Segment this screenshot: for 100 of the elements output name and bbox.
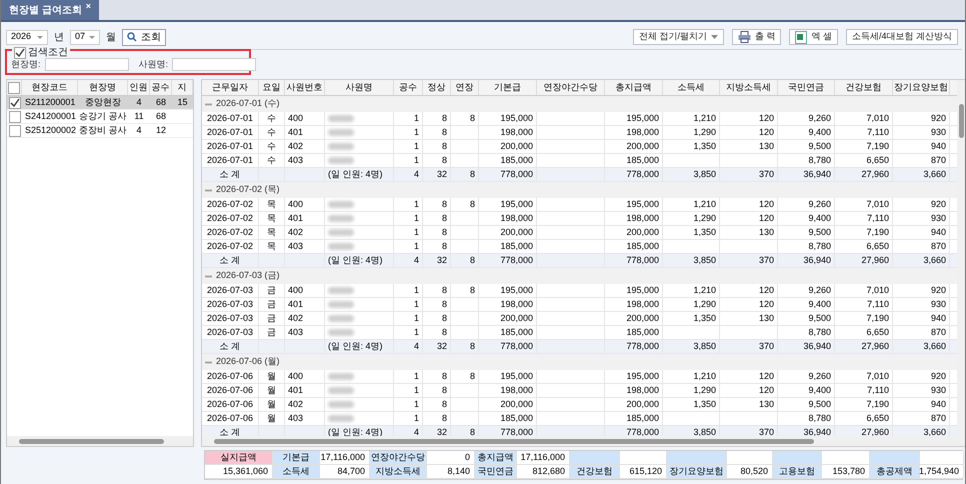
tab-close-button[interactable]: × (86, 0, 92, 14)
search-icon (127, 32, 137, 42)
site-row[interactable]: S241200001 승강기 공사 11 68 (7, 110, 193, 124)
table-cell: 4 (414, 168, 419, 181)
column-header: 지방소득세 (720, 80, 778, 95)
year-unit-label: 년 (54, 30, 64, 44)
site-row[interactable]: S251200002 중장비 공사 4 12 (7, 124, 193, 138)
toolbar-button[interactable]: 소득세/4대보험 계산방식 (846, 29, 958, 45)
month-select[interactable]: 07 (70, 30, 100, 44)
field-label: 현장명: (11, 58, 41, 71)
checkbox[interactable] (8, 110, 20, 122)
checkbox[interactable] (8, 82, 20, 94)
summary-label-cell: 실지급액 (205, 451, 273, 464)
input-field[interactable] (44, 58, 129, 72)
table-cell: 1 (414, 384, 419, 397)
horizontal-scrollbar[interactable] (7, 436, 193, 446)
table-cell: 7,110 (867, 384, 889, 397)
checkbox[interactable] (8, 96, 20, 108)
table-cell: 36,940 (803, 168, 831, 181)
checkbox[interactable] (8, 124, 20, 136)
summary-label-cell: 장기요양보험 (667, 465, 727, 478)
table-cell-text: 4 (136, 96, 142, 109)
blurred-name (328, 215, 354, 222)
table-cell: 1,210 (693, 112, 716, 125)
table-cell: 목 (267, 212, 276, 225)
blurred-name (328, 243, 354, 250)
table-cell: 9,500 (808, 140, 831, 153)
table-cell: 금 (267, 312, 276, 325)
table-cell: 195,000 (500, 112, 533, 125)
table-cell: 수 (267, 126, 276, 139)
search-button[interactable]: 조회 (122, 28, 166, 46)
table-cell: 2026-07-06 (206, 370, 254, 383)
table-cell: 1,350 (693, 140, 716, 153)
table-cell: 소 계 (220, 340, 240, 353)
table-cell: 402 (288, 398, 304, 411)
vertical-scrollbar[interactable] (957, 80, 965, 436)
table-cell: 9,400 (808, 212, 831, 225)
blurred-name (328, 115, 354, 122)
input-field[interactable] (172, 58, 256, 72)
collapse-icon[interactable] (205, 272, 212, 280)
table-cell: 185,000 (500, 326, 533, 339)
table-cell: 3,850 (693, 168, 716, 181)
table-cell: 8 (470, 112, 475, 125)
collapse-icon[interactable] (205, 358, 212, 366)
toolbar-button[interactable]: 전체 접기/펼치기 (632, 29, 724, 45)
tab[interactable]: 현장별 급여조회 × (1, 0, 100, 20)
table-cell: 370 (758, 340, 774, 353)
table-cell: 400 (288, 370, 304, 383)
blurred-name (328, 315, 354, 322)
table-cell: 2026-07-03 (206, 284, 254, 297)
blurred-name (328, 157, 354, 164)
toolbar-button[interactable]: 엑 셀 (789, 29, 838, 45)
table-cell: 930 (930, 126, 946, 139)
toolbar-button[interactable]: 출 력 (732, 29, 782, 45)
table-cell: 200,000 (500, 398, 533, 411)
summary-label-cell: 고용보험 (773, 465, 822, 478)
table-cell: 9,260 (808, 284, 831, 297)
collapse-icon[interactable] (205, 186, 212, 194)
table-cell: 8 (470, 254, 475, 267)
table-cell: 403 (288, 412, 304, 425)
table-cell: 8 (442, 326, 447, 339)
table-cell: 9,260 (808, 370, 831, 383)
table-cell: 2026-07-06 (206, 398, 254, 411)
table-cell: 2026-07-01 (206, 126, 254, 139)
table-cell: 27,960 (861, 340, 889, 353)
table-cell: 778,000 (626, 254, 659, 267)
table-cell: 월 (267, 384, 276, 397)
table-cell: 403 (288, 154, 304, 167)
printer-icon (738, 31, 751, 43)
table-cell: 8 (442, 154, 447, 167)
summary-label-cell: 소득세 (273, 465, 320, 478)
column-header: 지 (172, 80, 193, 95)
table-cell: 금 (267, 284, 276, 297)
table-cell: 370 (758, 426, 774, 436)
checkbox[interactable] (14, 46, 26, 58)
table-cell: 1,350 (693, 312, 716, 325)
table-cell: 27,960 (861, 168, 889, 181)
year-select[interactable]: 2026 (6, 30, 48, 44)
table-cell: 198,000 (626, 212, 659, 225)
table-cell: 7,010 (866, 284, 889, 297)
blurred-name (328, 387, 354, 394)
table-cell: 930 (930, 212, 946, 225)
table-cell: 2026-07-02 (206, 198, 254, 211)
column-header: 사원번호 (285, 80, 325, 95)
table-cell: 200,000 (500, 312, 533, 325)
table-cell: 8 (442, 284, 447, 297)
column-header: 근무일자 (202, 80, 259, 95)
column-header: 건강보험 (835, 80, 893, 95)
table-cell: 200,000 (500, 226, 533, 239)
collapse-icon[interactable] (205, 100, 212, 108)
table-cell-text: S241200001 (25, 110, 76, 123)
horizontal-scrollbar[interactable] (202, 436, 965, 446)
site-row[interactable]: S211200001 중앙현장 4 68 15 (7, 96, 193, 110)
table-cell: 195,000 (626, 112, 659, 125)
table-cell-text: 4 (136, 124, 142, 137)
table-cell: 2026-07-06 (206, 412, 254, 425)
table-cell-text: 중앙현장 (85, 96, 121, 109)
summary-value-cell: 17,116,000 (320, 451, 370, 464)
table-cell: 400 (288, 112, 304, 125)
table-cell: 9,500 (808, 398, 831, 411)
